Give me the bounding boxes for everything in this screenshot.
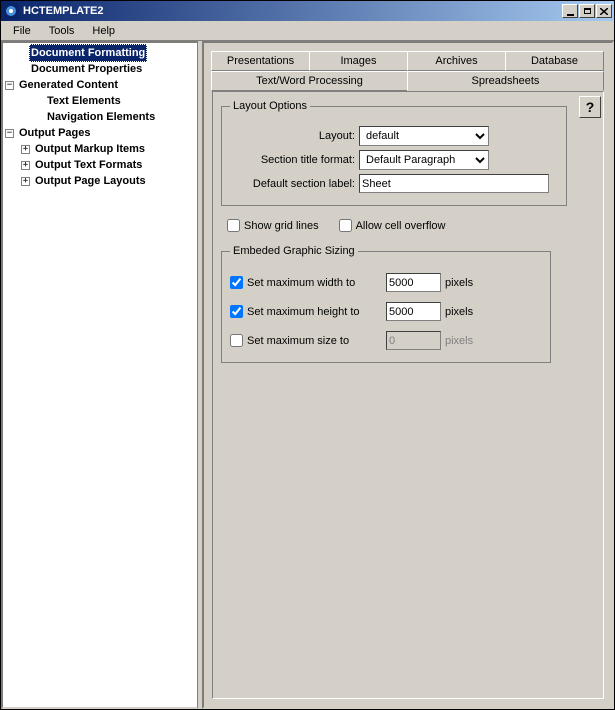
max-size-input	[386, 331, 441, 350]
section-title-format-select[interactable]: Default Paragraph	[359, 150, 489, 170]
content-pane: Presentations Images Archives Database T…	[202, 41, 614, 709]
layout-options-group: Layout Options Layout: default Section t…	[221, 100, 567, 206]
tab-presentations[interactable]: Presentations	[211, 51, 310, 71]
set-max-width-label: Set maximum width to	[247, 277, 382, 289]
set-max-height-label: Set maximum height to	[247, 306, 382, 318]
layout-select[interactable]: default	[359, 126, 489, 146]
show-grid-lines-row[interactable]: Show grid lines	[227, 219, 319, 232]
layout-label: Layout:	[230, 130, 355, 142]
tab-text-word-processing[interactable]: Text/Word Processing	[211, 71, 408, 91]
max-height-input[interactable]	[386, 302, 441, 321]
app-icon	[3, 3, 19, 19]
allow-cell-overflow-checkbox[interactable]	[339, 219, 352, 232]
allow-cell-overflow-row[interactable]: Allow cell overflow	[339, 219, 446, 232]
set-max-size-checkbox[interactable]	[230, 334, 243, 347]
section-title-format-label: Section title format:	[230, 154, 355, 166]
tab-strip: Presentations Images Archives Database T…	[212, 51, 604, 91]
set-max-size-label: Set maximum size to	[247, 335, 382, 347]
default-section-label-label: Default section label:	[230, 178, 355, 190]
expand-icon[interactable]: +	[21, 177, 30, 186]
sizing-legend: Embeded Graphic Sizing	[230, 245, 358, 257]
close-button[interactable]	[596, 4, 612, 18]
tab-images[interactable]: Images	[309, 51, 408, 71]
expand-icon[interactable]: +	[21, 145, 30, 154]
minimize-button[interactable]	[562, 4, 578, 18]
tab-archives[interactable]: Archives	[407, 51, 506, 71]
expand-icon[interactable]: −	[5, 129, 14, 138]
expand-icon[interactable]: +	[21, 161, 30, 170]
maximize-button[interactable]	[579, 4, 595, 18]
help-button[interactable]: ?	[579, 96, 601, 118]
pixels-label: pixels	[445, 277, 473, 289]
default-section-label-input[interactable]	[359, 174, 549, 193]
menu-file[interactable]: File	[5, 23, 39, 39]
tree-node-output-page-layouts[interactable]: Output Page Layouts	[33, 172, 148, 190]
tab-spreadsheets[interactable]: Spreadsheets	[407, 71, 604, 91]
menu-help[interactable]: Help	[84, 23, 123, 39]
navigation-tree[interactable]: Document Formatting Document Properties …	[1, 41, 198, 709]
layout-options-legend: Layout Options	[230, 100, 310, 112]
title-bar: HCTEMPLATE2	[1, 1, 614, 21]
show-grid-lines-checkbox[interactable]	[227, 219, 240, 232]
pixels-label-disabled: pixels	[445, 335, 473, 347]
max-width-input[interactable]	[386, 273, 441, 292]
expand-icon[interactable]: −	[5, 81, 14, 90]
embedded-graphic-sizing-group: Embeded Graphic Sizing Set maximum width…	[221, 245, 551, 363]
set-max-height-checkbox[interactable]	[230, 305, 243, 318]
allow-cell-overflow-label: Allow cell overflow	[356, 220, 446, 232]
menu-tools[interactable]: Tools	[41, 23, 83, 39]
tab-database[interactable]: Database	[505, 51, 604, 71]
menu-bar: File Tools Help	[1, 21, 614, 41]
show-grid-lines-label: Show grid lines	[244, 220, 319, 232]
set-max-width-checkbox[interactable]	[230, 276, 243, 289]
pixels-label: pixels	[445, 306, 473, 318]
tab-panel-spreadsheets: ? Layout Options Layout: default Section…	[212, 91, 604, 699]
window-title: HCTEMPLATE2	[23, 5, 562, 17]
